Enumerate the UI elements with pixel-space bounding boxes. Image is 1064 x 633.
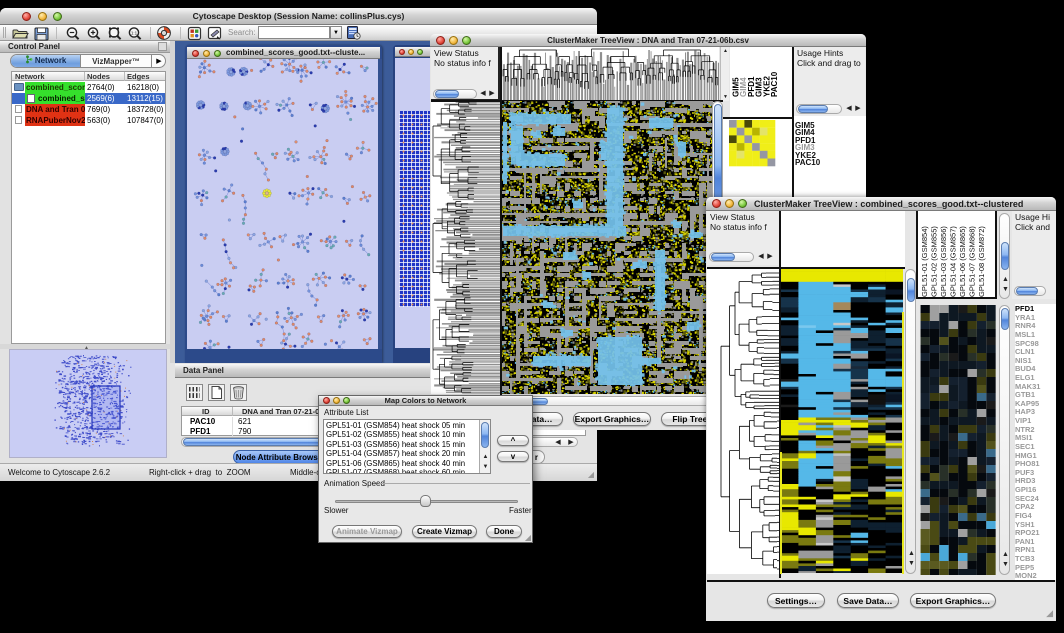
svg-text:GPL51-01 (GSM854): GPL51-01 (GSM854) [920,226,929,297]
svg-text:GPL51-04 (GSM857): GPL51-04 (GSM857) [949,226,958,297]
svg-text:GPL51-07 (GSM868): GPL51-07 (GSM868) [968,226,977,297]
svg-text:GPL51-02 (GSM855): GPL51-02 (GSM855) [930,226,939,297]
svg-text:PAC10: PAC10 [770,71,779,97]
svg-text:GPL51-03 (GSM856): GPL51-03 (GSM856) [939,226,948,297]
svg-text:GPL51-08 (GSM872): GPL51-08 (GSM872) [977,226,986,297]
svg-text:GPL51-06 (GSM865): GPL51-06 (GSM865) [958,226,967,297]
